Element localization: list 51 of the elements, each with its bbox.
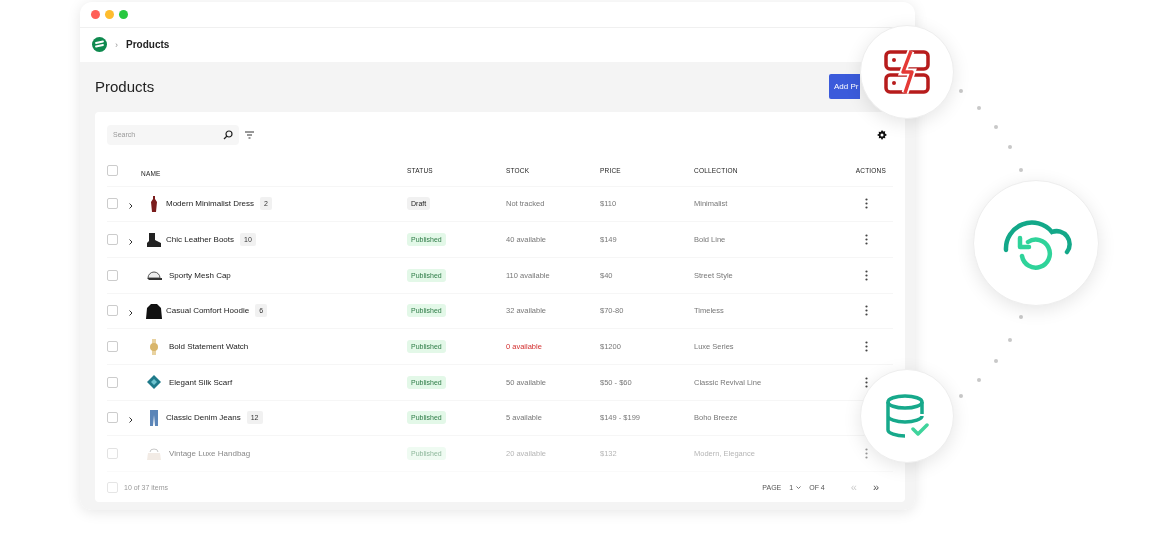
hoodie-icon [145, 302, 162, 319]
boot-icon [145, 232, 162, 247]
product-name[interactable]: Chic Leather Boots [166, 235, 235, 245]
product-name[interactable]: Classic Denim Jeans [166, 413, 241, 423]
breadcrumb-current[interactable]: Products [126, 39, 170, 51]
zoom-dot[interactable] [119, 10, 128, 20]
row-checkbox[interactable] [107, 341, 118, 353]
breadcrumb-separator: › [115, 39, 118, 50]
more-icon[interactable] [865, 305, 868, 317]
logo-icon [92, 37, 107, 53]
product-name[interactable]: Elegant Silk Scarf [169, 377, 233, 387]
server-bolt-icon [884, 49, 930, 95]
chevron-icon[interactable] [129, 416, 133, 423]
handbag-icon [145, 447, 162, 460]
watch-icon [148, 338, 159, 355]
search-icon[interactable] [223, 129, 233, 140]
chevron-icon[interactable] [129, 202, 133, 209]
product-name[interactable]: Sporty Mesh Cap [169, 270, 231, 280]
more-icon[interactable] [865, 341, 868, 353]
minimize-dot[interactable] [105, 10, 114, 20]
next-page-button[interactable]: » [868, 481, 883, 493]
row-checkbox[interactable] [107, 198, 118, 210]
jeans-icon [148, 409, 159, 426]
row-checkbox[interactable] [107, 305, 118, 317]
product-name[interactable]: Modern Minimalist Dress [166, 199, 255, 209]
database-check-icon [885, 393, 929, 439]
row-checkbox[interactable] [107, 234, 118, 246]
product-name[interactable]: Vintage Luxe Handbag [169, 449, 251, 459]
more-icon[interactable] [865, 198, 868, 210]
dress-icon [149, 195, 158, 212]
footer-checkbox[interactable] [107, 481, 118, 493]
row-checkbox[interactable] [107, 448, 118, 460]
close-dot[interactable] [91, 10, 100, 20]
row-checkbox[interactable] [107, 376, 118, 388]
more-icon[interactable] [865, 269, 868, 281]
page-title: Products [95, 78, 155, 95]
settings-icon[interactable] [877, 129, 887, 140]
caret-icon[interactable] [796, 485, 802, 489]
cap-icon [145, 269, 162, 282]
add-product-button[interactable]: Add Pr [829, 74, 860, 99]
more-icon[interactable] [865, 234, 868, 246]
filter-icon[interactable] [245, 130, 254, 139]
more-icon[interactable] [865, 376, 868, 388]
chevron-icon[interactable] [129, 238, 133, 245]
row-checkbox[interactable] [107, 412, 118, 424]
product-name[interactable]: Casual Comfort Hoodie [166, 306, 250, 316]
chevron-icon[interactable] [129, 309, 133, 316]
row-checkbox[interactable] [107, 269, 118, 281]
scarf-icon [145, 374, 162, 391]
product-name[interactable]: Bold Statement Watch [169, 342, 249, 352]
select-all-checkbox[interactable] [107, 165, 118, 176]
